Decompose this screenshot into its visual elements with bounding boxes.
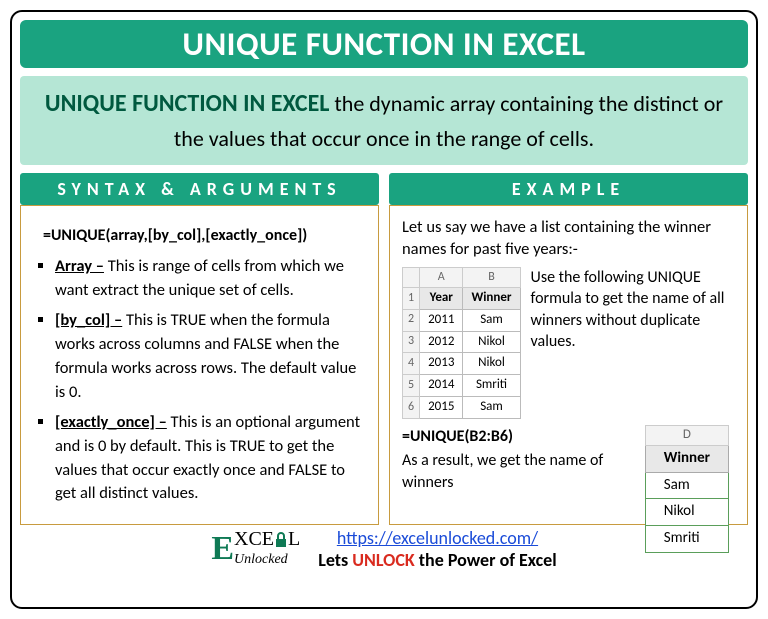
row-num: 2 [403,309,420,331]
result-intro: As a result, we get the name of winners [402,450,633,493]
cell: Smriti [463,375,520,397]
syntax-column: SYNTAX & ARGUMENTS =UNIQUE(array,[by_col… [20,173,379,525]
description-box: UNIQUE FUNCTION IN EXCEL the dynamic arr… [20,76,748,165]
header-winner: Winner [463,287,520,309]
arg-item: Array – This is range of cells from whic… [55,255,366,303]
row-num: 4 [403,353,420,375]
example-intro: Let us say we have a list containing the… [402,216,735,261]
arg-item: [by_col] – This is TRUE when the formula… [55,309,366,405]
example-instruction: Use the following UNIQUE formula to get … [531,267,735,419]
cell: Nikol [463,353,520,375]
cell: Nikol [463,331,520,353]
description-lead: UNIQUE FUNCTION IN EXCEL [45,89,330,118]
result-cell: Nikol [645,499,728,526]
result-header: Winner [645,445,728,472]
logo: E XCEL Unlocked [211,530,300,568]
lock-icon [275,532,287,548]
col-header-a: A [420,267,463,287]
logo-letter-e: E [211,534,234,565]
example-column: EXAMPLE Let us say we have a list contai… [389,173,748,525]
arg-item: [exactly_once] – This is an optional arg… [55,411,366,507]
example-body: Let us say we have a list containing the… [389,205,748,525]
col-header-b: B [463,267,520,287]
header-year: Year [420,287,463,309]
cell: 2014 [420,375,463,397]
cell: Sam [463,397,520,419]
result-col-header: D [645,425,728,445]
row-num: 1 [403,287,420,309]
syntax-body: =UNIQUE(array,[by_col],[exactly_once]) A… [20,205,379,525]
cell: 2011 [420,309,463,331]
infographic-card: UNIQUE FUNCTION IN EXCEL UNIQUE FUNCTION… [10,10,758,609]
main-title: UNIQUE FUNCTION IN EXCEL [20,20,748,68]
syntax-formula: =UNIQUE(array,[by_col],[exactly_once]) [43,224,366,247]
cell: 2015 [420,397,463,419]
result-table: D Winner Sam Nikol Smriti [645,425,729,553]
argument-list: Array – This is range of cells from whic… [33,255,366,506]
arg-name: Array – [55,256,104,276]
logo-text-top: XCEL [234,528,300,550]
arg-name: [exactly_once] – [55,412,167,432]
row-num: 3 [403,331,420,353]
example-row2: =UNIQUE(B2:B6) As a result, we get the n… [402,425,735,553]
result-cell: Smriti [645,526,728,553]
source-data-table: AB 1YearWinner 22011Sam 32012Nikol 42013… [402,267,521,419]
syntax-heading: SYNTAX & ARGUMENTS [20,173,379,205]
cell: 2012 [420,331,463,353]
cell: 2013 [420,353,463,375]
logo-text-bottom: Unlocked [234,552,288,567]
result-cell: Sam [645,472,728,499]
example-heading: EXAMPLE [389,173,748,205]
row-num: 6 [403,397,420,419]
cell: Sam [463,309,520,331]
example-formula: =UNIQUE(B2:B6) [402,425,633,448]
example-row1: AB 1YearWinner 22011Sam 32012Nikol 42013… [402,267,735,419]
row-num: 5 [403,375,420,397]
arg-name: [by_col] – [55,310,122,330]
columns-wrap: SYNTAX & ARGUMENTS =UNIQUE(array,[by_col… [20,173,748,525]
